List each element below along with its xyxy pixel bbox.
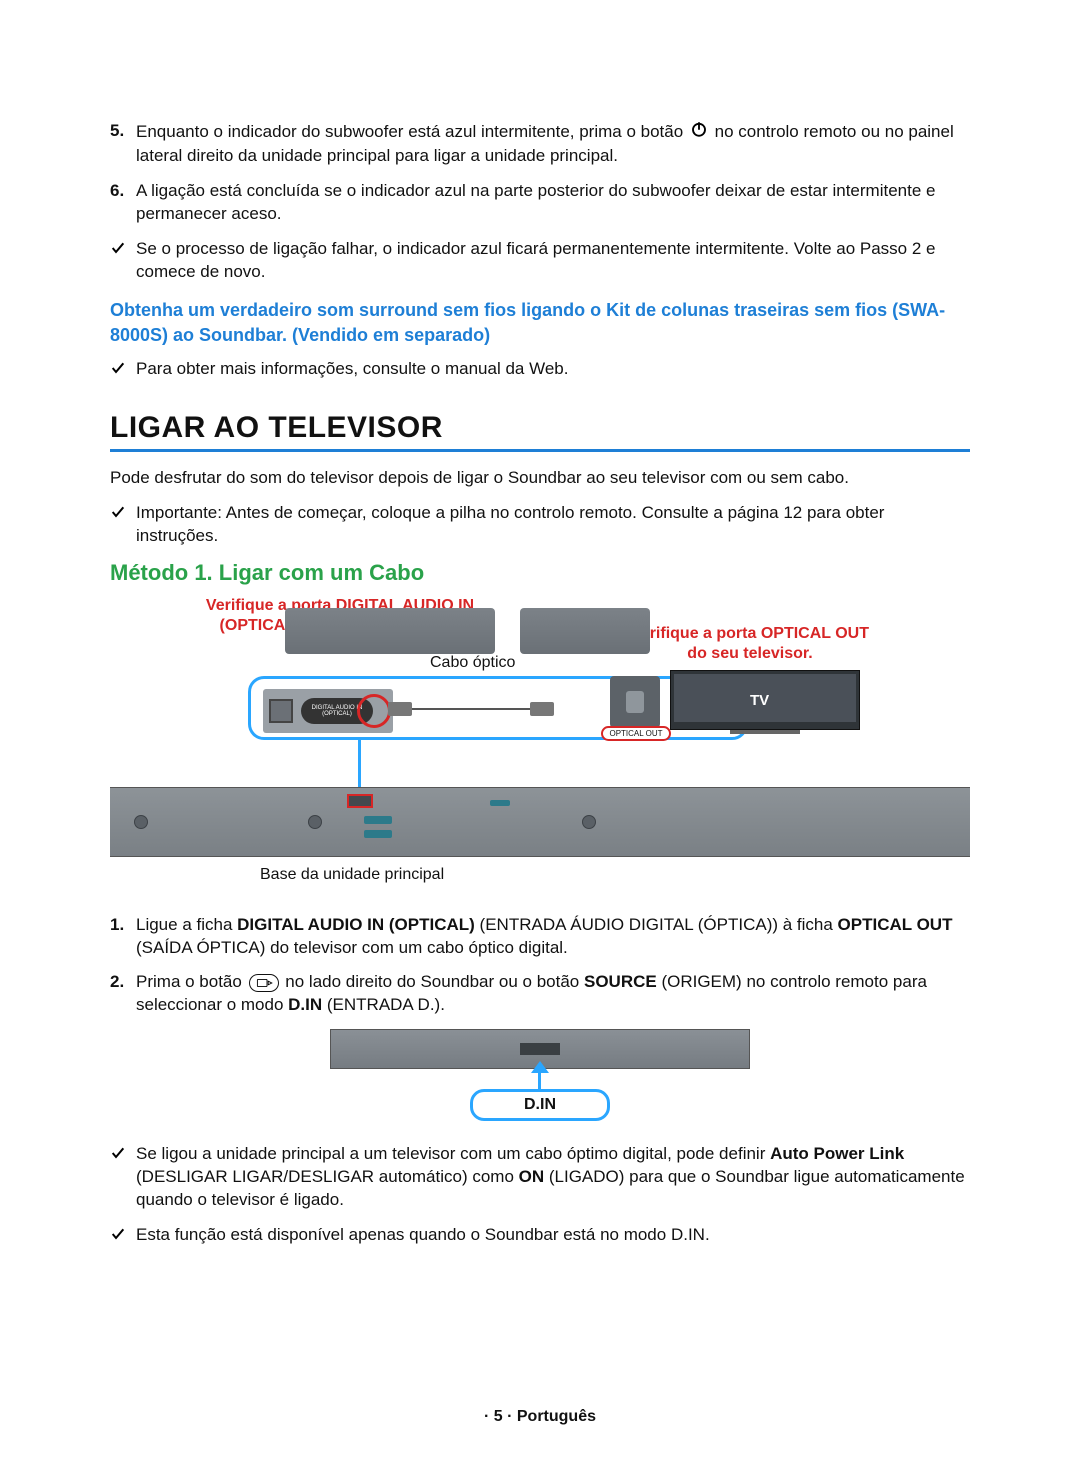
text-bold: OPTICAL OUT [838,915,953,934]
tv-port-panel [610,676,660,728]
check-icon [110,1143,136,1212]
list-text: Enquanto o indicador do subwoofer está a… [136,120,970,168]
list-number: 6. [110,180,136,226]
text-part: (ENTRADA D.). [327,995,445,1014]
text-bold: ON [519,1167,545,1186]
check-text: Se o processo de ligação falhar, o indic… [136,238,970,284]
cable-plug [530,702,554,716]
label-optical-out-tv: Verifique a porta OPTICAL OUT do seu tel… [620,624,880,666]
text-part: Ligue a ficha [136,915,237,934]
check-text: Se ligou a unidade principal a um televi… [136,1143,970,1212]
text-part: Enquanto o indicador do subwoofer está a… [136,122,688,141]
din-diagram: D.IN [330,1029,750,1123]
tv-optical-out-label: OPTICAL OUT [601,726,671,741]
port-slot [490,800,510,806]
check-icon [110,1224,136,1249]
text-bold: D.IN [288,995,322,1014]
check-text: Esta função está disponível apenas quand… [136,1224,710,1249]
list-text: Prima o botão no lado direito do Soundba… [136,971,970,1017]
panel-square [269,699,293,723]
intro-paragraph: Pode desfrutar do som do televisor depoi… [110,466,970,490]
text-part: (SAÍDA ÓPTICA) do televisor com um cabo … [136,938,568,957]
text-bold: DIGITAL AUDIO IN (OPTICAL) [237,915,475,934]
page-footer: · 5 · Português [0,1408,1080,1426]
soundbar-base [110,787,970,857]
text-part: (ENTRADA ÁUDIO DIGITAL (ÓPTICA)) à ficha [480,915,838,934]
tv-stand [730,730,800,734]
tv-text: TV [750,692,769,709]
label-optical-cable: Cabo óptico [430,654,515,672]
list-item-6: 6. A ligação está concluída se o indicad… [110,180,970,226]
text-part: Se ligou a unidade principal a um televi… [136,1144,770,1163]
check-item: Se ligou a unidade principal a um televi… [110,1143,970,1212]
text-part: (DESLIGAR LIGAR/DESLIGAR automático) com… [136,1167,519,1186]
connection-diagram: Verifique a porta DIGITAL AUDIO IN (OPTI… [110,596,970,886]
optical-port-highlight [347,794,373,808]
section-title: LIGAR AO TELEVISOR [110,411,970,445]
check-icon [110,502,136,548]
power-icon [690,120,708,145]
check-icon [110,358,136,383]
text-part: Prima o botão [136,972,247,991]
cable-wire [412,708,432,710]
cable-wire [510,708,530,710]
highlight-circle [357,694,391,728]
screw-hole [582,815,596,829]
list-item-5: 5. Enquanto o indicador do subwoofer est… [110,120,970,168]
screw-hole [134,815,148,829]
check-item: Se o processo de ligação falhar, o indic… [110,238,970,284]
port-slot [364,830,392,838]
label-base: Base da unidade principal [260,866,444,884]
optical-cable [388,693,574,725]
check-item: Para obter mais informações, consulte o … [110,358,970,383]
step-2: 2. Prima o botão no lado direito do Soun… [110,971,970,1017]
tv-unit: OPTICAL OUT TV [610,670,860,748]
cable-plug [388,702,412,716]
din-label-box: D.IN [470,1089,610,1121]
text-part: no lado direito do Soundbar ou o botão [285,972,584,991]
list-text: Ligue a ficha DIGITAL AUDIO IN (OPTICAL)… [136,914,970,960]
check-item: Esta função está disponível apenas quand… [110,1224,970,1249]
title-rule [110,449,970,452]
text-bold: SOURCE [584,972,657,991]
highlight-heading: Obtenha um verdadeiro som surround sem f… [110,298,970,348]
cable-wire [432,708,510,710]
check-icon [110,238,136,284]
check-text: Para obter mais informações, consulte o … [136,358,568,383]
optical-in-port: DIGITAL AUDIO IN (OPTICAL) [301,698,373,724]
base-panel [520,608,650,654]
check-text: Importante: Antes de começar, coloque a … [136,502,970,548]
screw-hole [308,815,322,829]
method-heading: Método 1. Ligar com um Cabo [110,560,970,586]
pointer-line [538,1069,541,1091]
soundbar-display [520,1043,560,1055]
list-number: 1. [110,914,136,960]
step-1: 1. Ligue a ficha DIGITAL AUDIO IN (OPTIC… [110,914,970,960]
port-slot [364,816,392,824]
text-bold: Auto Power Link [770,1144,904,1163]
list-text: A ligação está concluída se o indicador … [136,180,970,226]
list-number: 2. [110,971,136,1017]
page: 5. Enquanto o indicador do subwoofer est… [0,0,1080,1476]
base-panel [285,608,495,654]
soundbar-back-panel: DIGITAL AUDIO IN (OPTICAL) [263,689,393,733]
tv-optical-slot [626,691,644,713]
check-item: Importante: Antes de começar, coloque a … [110,502,970,548]
source-button-icon [249,974,279,992]
list-number: 5. [110,120,136,168]
